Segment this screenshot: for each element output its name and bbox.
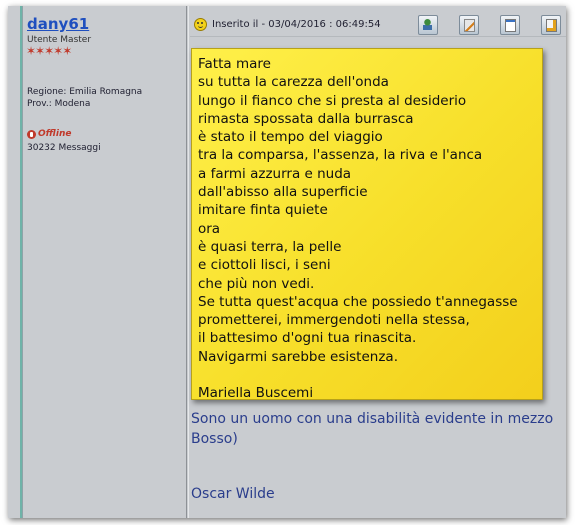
message-count: 30232 Messaggi [27, 143, 101, 153]
poem-line: su tutta la carezza dell'onda [198, 74, 389, 91]
edit-icon[interactable] [459, 15, 479, 35]
signature-quote: Sono un uomo con una disabilità evidente… [191, 409, 566, 449]
offline-icon [27, 129, 36, 139]
signature-line-1: Sono un uomo con una disabilità evidente… [191, 411, 554, 427]
poem-line: lungo il fianco che si presta al desider… [198, 92, 467, 109]
poem-line: Mariella Buscemi [198, 385, 314, 402]
author-province: Prov.: Modena [27, 99, 91, 109]
poem-line: imitare finta quiete [198, 202, 328, 219]
smiley-icon [194, 17, 207, 31]
poem-line: prometterei, immergendoti nella stessa, [198, 312, 470, 329]
poem-text: Fatta mare su tutta la carezza dell'onda l… [198, 55, 518, 403]
poem-line: Se tutta quest'acqua che possiedo t'anne… [198, 293, 518, 310]
poem-line: dall'abisso alla superficie [198, 184, 368, 201]
document-icon[interactable] [500, 15, 520, 35]
post-toolbar [418, 15, 566, 35]
left-border [8, 6, 23, 518]
poem-line: Fatta mare [198, 56, 271, 72]
poem-line: e ciottoli lisci, i seni [198, 257, 331, 274]
signature-author: Oscar Wilde [191, 486, 275, 502]
author-profile-panel: dany61 Utente Master ✶✶✶✶✶ Regione: Emil… [24, 6, 187, 518]
poem-line: è quasi terra, la pelle [198, 238, 342, 255]
post-header: Inserito il - 03/04/2016 : 06:49:54 [190, 12, 566, 36]
poem-line: a farmi azzurra e nuda [198, 165, 352, 182]
poem-line: ora [198, 220, 221, 237]
online-status: Offline [27, 129, 72, 139]
poem-line: è stato il tempo del viaggio [198, 129, 383, 146]
author-username-link[interactable]: dany61 [27, 15, 89, 33]
quote-icon[interactable] [541, 15, 561, 35]
poem-line: tra la comparsa, l'assenza, la riva e l'… [198, 147, 483, 164]
column-divider [188, 6, 189, 518]
rank-stars-icon: ✶✶✶✶✶ [26, 44, 72, 58]
author-location: Regione: Emilia Romagna Prov.: Modena [27, 86, 142, 110]
poem-line: il battesimo d'ogni tua rinascita. [198, 330, 417, 347]
poem-line: Navigarmi sarebbe esistenza. [198, 348, 398, 365]
poem-line: che più non vedi. [198, 275, 315, 292]
header-divider [190, 36, 566, 37]
author-region: Regione: Emilia Romagna [27, 87, 143, 97]
sticky-note-poem: Fatta mare su tutta la carezza dell'onda l… [191, 48, 543, 403]
poem-line: rimasta spossata dalla burrasca [198, 110, 414, 127]
post-date: Inserito il - 03/04/2016 : 06:49:54 [212, 18, 381, 30]
signature-line-2: Bosso) [191, 431, 238, 447]
status-label: Offline [38, 129, 72, 139]
forum-post: dany61 Utente Master ✶✶✶✶✶ Regione: Emil… [8, 6, 566, 518]
profile-icon[interactable] [418, 15, 438, 35]
poem-line [198, 366, 518, 384]
